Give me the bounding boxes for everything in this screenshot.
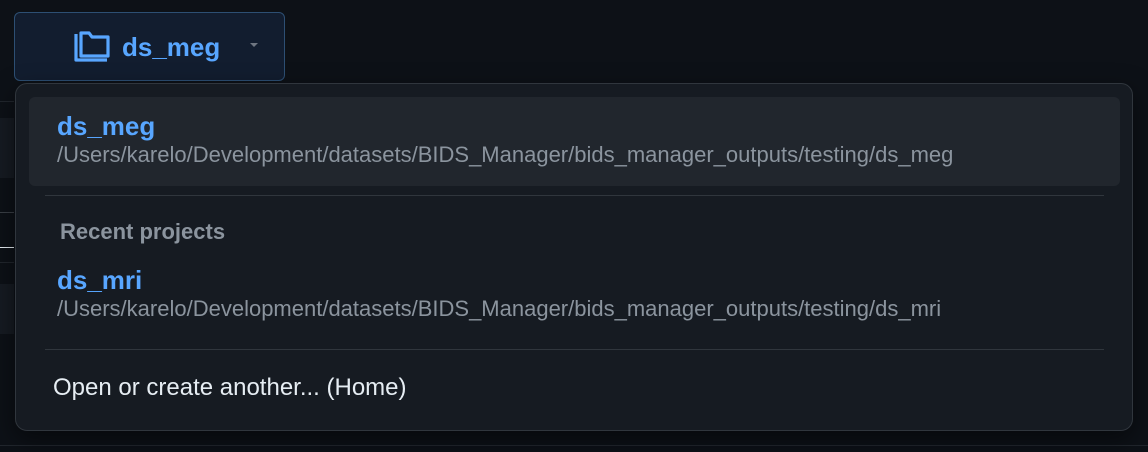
menu-divider [45, 349, 1104, 350]
background-divider [0, 262, 14, 263]
caret-down-icon [250, 43, 258, 47]
app-background: ds_meg ds_meg /Users/karelo/Development/… [0, 0, 1148, 452]
open-or-create-home-item[interactable]: Open or create another... (Home) [29, 364, 1120, 412]
background-divider [0, 445, 1148, 446]
project-name: ds_mri [57, 265, 143, 295]
recent-projects-heading: Recent projects [60, 219, 226, 244]
current-project-label: ds_meg [122, 32, 221, 62]
project-path: /Users/karelo/Development/datasets/BIDS_… [57, 296, 942, 321]
background-divider [0, 212, 14, 213]
project-dropdown-menu: ds_meg /Users/karelo/Development/dataset… [15, 83, 1133, 431]
background-divider [0, 101, 14, 102]
background-panel [0, 118, 14, 178]
recent-project-item[interactable]: ds_mri /Users/karelo/Development/dataset… [29, 251, 1120, 331]
project-switcher-button[interactable]: ds_meg [14, 12, 285, 81]
folder-icon [74, 31, 110, 62]
menu-divider [45, 195, 1104, 196]
current-project-item[interactable]: ds_meg /Users/karelo/Development/dataset… [29, 97, 1120, 186]
project-name: ds_meg [57, 111, 156, 141]
background-divider [0, 247, 14, 248]
project-path: /Users/karelo/Development/datasets/BIDS_… [57, 142, 954, 167]
background-panel [0, 284, 14, 334]
